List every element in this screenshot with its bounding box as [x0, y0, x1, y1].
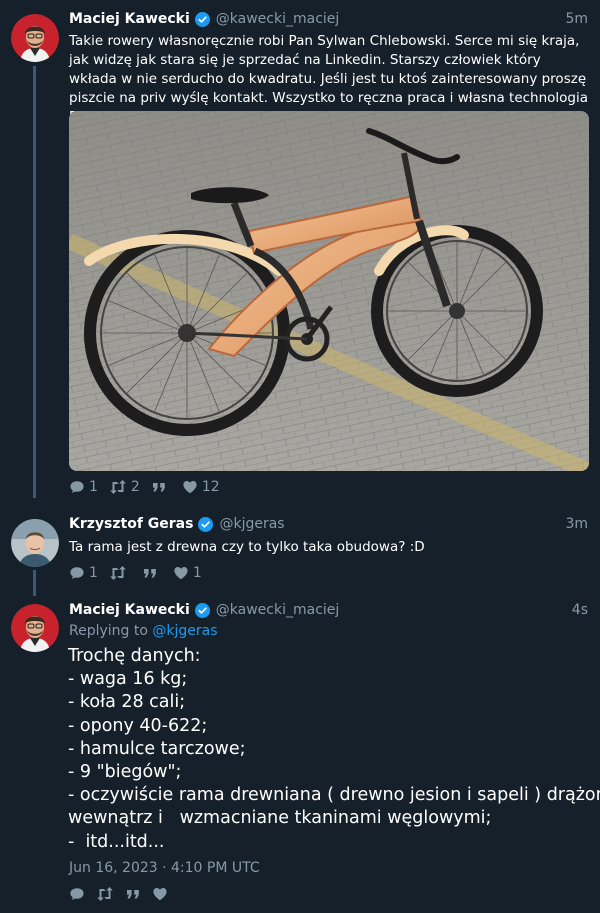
comment-icon [70, 481, 84, 493]
author-handle[interactable]: @kjgeras [219, 516, 284, 532]
retweet-button[interactable]: 2 [109, 479, 140, 495]
author-handle[interactable]: @kawecki_maciej [216, 11, 340, 27]
like-count: 12 [201, 479, 220, 495]
reply-button[interactable]: 1 [69, 479, 98, 495]
tweet-text: Trochę danych: - waga 16 kg; - koła 28 c… [68, 645, 600, 854]
like-button[interactable]: 1 [173, 565, 202, 581]
verified-badge-icon [194, 11, 210, 27]
retweet-button[interactable] [109, 565, 131, 581]
tweet-time[interactable]: 5m [565, 11, 588, 27]
tweet-line: - oczywiście rama drewniana ( drewno jes… [68, 785, 600, 806]
comment-icon [70, 888, 84, 900]
retweet-icon [110, 566, 126, 580]
like-count: 1 [192, 565, 202, 581]
tweet-stats: 1 2 12 [69, 479, 231, 495]
retweet-button[interactable] [96, 886, 114, 902]
tweet-line: Trochę danych: [68, 646, 201, 666]
tweet-line: wewnątrz i wzmacniane tkaninami węglowym… [68, 808, 492, 829]
author-name[interactable]: Maciej Kawecki [69, 11, 190, 27]
author-name[interactable]: Krzysztof Geras [69, 516, 193, 532]
verified-badge-icon [194, 602, 210, 618]
reply-count: 1 [89, 565, 98, 581]
avatar[interactable] [11, 604, 59, 652]
quote-icon [143, 569, 156, 578]
tweet-text: Ta rama jest z drewna czy to tylko taka … [69, 539, 425, 555]
replying-to-link[interactable]: @kjgeras [152, 623, 217, 639]
retweet-icon [110, 480, 126, 494]
avatar[interactable] [11, 519, 59, 567]
reply-button[interactable] [69, 886, 85, 902]
retweet-icon [97, 887, 113, 901]
thread-line-2 [33, 570, 36, 596]
quote-button[interactable] [142, 565, 162, 581]
retweet-count: 2 [130, 479, 140, 495]
replying-prefix: Replying to [69, 623, 148, 639]
reply-button[interactable]: 1 [69, 565, 98, 581]
heart-icon [153, 888, 167, 901]
replying-to: Replying to @kjgeras [69, 623, 218, 639]
tweet-stats: 1 1 [69, 565, 213, 581]
reply-count: 1 [89, 479, 98, 495]
author-handle[interactable]: @kawecki_maciej [216, 602, 340, 618]
like-button[interactable] [152, 886, 168, 902]
tweet-time[interactable]: 4s [572, 602, 588, 618]
quote-button[interactable] [151, 479, 171, 495]
tweet-line: - 9 "biegów"; [68, 762, 182, 783]
tweet-line: - koła 28 cali; [68, 692, 186, 713]
thread-line-1 [33, 66, 36, 498]
verified-badge-icon [198, 516, 214, 532]
tweet-header: Maciej Kawecki @kawecki_maciej [69, 11, 339, 27]
like-button[interactable]: 12 [182, 479, 220, 495]
tweet-line: - itd...itd... [68, 831, 165, 852]
tweet-line: - hamulce tarczowe; [68, 738, 246, 759]
avatar[interactable] [11, 14, 59, 62]
bicycle-photo[interactable] [69, 111, 589, 471]
quote-icon [152, 483, 165, 492]
tweet-time[interactable]: 3m [565, 516, 588, 532]
quote-icon [127, 890, 139, 899]
tweet-stats [69, 886, 179, 902]
tweet-header: Maciej Kawecki @kawecki_maciej [69, 602, 339, 618]
quote-button[interactable] [125, 886, 141, 902]
comment-icon [70, 567, 84, 579]
tweet-date[interactable]: Jun 16, 2023 · 4:10 PM UTC [69, 860, 260, 876]
author-name[interactable]: Maciej Kawecki [69, 602, 190, 618]
tweet-line: - waga 16 kg; [68, 669, 188, 690]
heart-icon [183, 481, 197, 494]
heart-icon [174, 567, 188, 580]
tweet-line: - opony 40-622; [68, 715, 208, 736]
tweet-header: Krzysztof Geras @kjgeras [69, 516, 285, 532]
